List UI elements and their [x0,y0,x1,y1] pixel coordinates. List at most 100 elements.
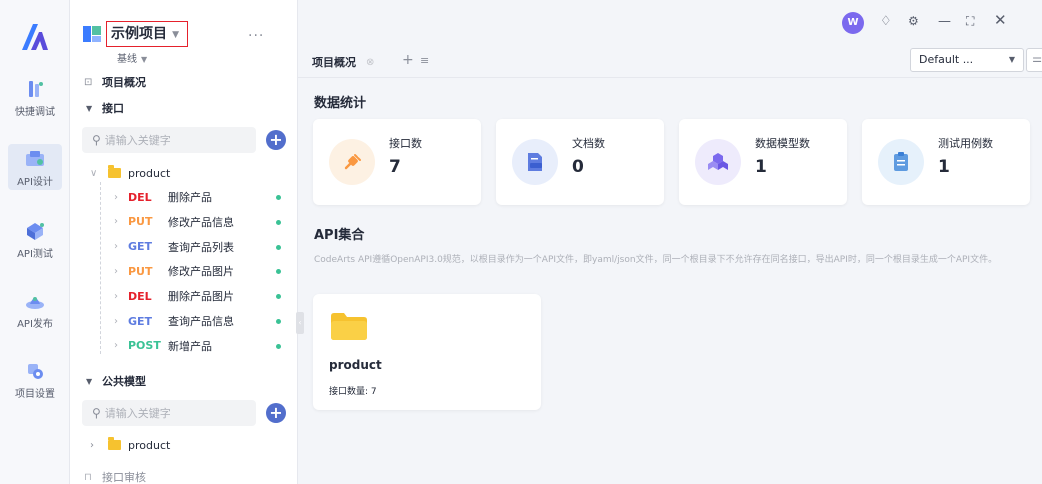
api-name: 修改产品图片 [168,265,234,279]
stat-value: 1 [938,157,950,177]
api-row[interactable]: › DEL 删除产品 [70,186,298,208]
chevron-right-icon: › [114,191,118,203]
status-dot [276,195,281,200]
tab-close-icon[interactable]: ⊗ [366,57,374,68]
add-interface-button[interactable]: + [266,130,286,150]
baseline-label: 基线 [117,54,137,65]
chevron-right-icon: › [114,340,118,352]
collections-description: CodeArts API遵循OpenAPI3.0规范，以根目录作为一个API文件… [314,255,998,265]
stat-label: 测试用例数 [938,137,993,150]
rail-item-api-publish[interactable]: API发布 [0,290,70,344]
http-method-badge: GET [128,240,153,254]
sliders-icon: ⚌ [1032,52,1042,65]
env-settings-button[interactable]: ⚌ [1026,48,1042,72]
doc-icon [528,153,542,171]
rail-item-quick-debug[interactable]: 快捷调试 [0,78,70,132]
clipboard-icon [894,152,908,171]
chevron-right-icon: › [90,439,94,451]
caret-down-icon: ▼ [172,30,179,40]
http-method-badge: PUT [128,215,153,229]
baseline-selector[interactable]: 基线 ▼ [117,50,147,65]
sidebar-item-interface-review[interactable]: ⊓ 接口审核 [70,466,298,484]
api-name: 新增产品 [168,339,212,353]
project-settings-icon [28,364,43,379]
chevron-down-icon: ∨ [90,167,98,179]
sidebar-group-interfaces[interactable]: ▼ 接口 [70,97,298,119]
models-folder-row-product[interactable]: › product [70,434,298,456]
tab-project-overview[interactable]: 项目概况 ⊗ [312,50,374,74]
sidebar-item-overview[interactable]: ⊡ 项目概况 [70,71,298,93]
environment-value: Default ... [919,53,974,66]
stats-title: 数据统计 [314,96,367,111]
api-row[interactable]: › GET 查询产品列表 [70,236,298,258]
stat-label: 接口数 [389,137,422,150]
api-row[interactable]: › GET 查询产品信息 [70,310,298,332]
stat-label: 数据模型数 [755,137,810,150]
sidebar-group-public-models[interactable]: ▼ 公共模型 [70,370,298,392]
api-row[interactable]: › POST 新增产品 [70,335,298,357]
rail-label-quick-debug: 快捷调试 [15,107,55,118]
stat-card-documents: 文档数 0 [496,119,664,205]
folder-icon [108,436,121,452]
rail-item-project-settings[interactable]: 项目设置 [0,360,70,414]
plug-icon [344,154,361,170]
status-dot [276,219,281,225]
rail-label-api-publish: API发布 [17,319,53,330]
stat-card-interfaces: 接口数 7 [313,119,481,205]
interfaces-search-input[interactable] [104,133,235,147]
caret-down-icon: ▼ [141,55,148,64]
tab-bar: 项目概况 ⊗ + ≡ Default ... ▼ ⚌ [298,0,1042,78]
rail-item-api-test[interactable]: API测试 [0,220,70,274]
interfaces-search-box: ⚲ [82,127,256,153]
project-header: 示例项目 ▼ [82,20,188,48]
overview-icon: ⊡ [84,76,93,88]
more-options-icon[interactable]: ··· [248,28,264,44]
rail-label-api-design: API设计 [17,177,53,188]
models-search-input[interactable] [104,406,235,420]
chevron-right-icon: › [114,241,118,253]
public-models-label: 公共模型 [102,375,146,388]
folder-row-product[interactable]: ∨ product [70,162,298,184]
rail-item-api-design[interactable]: API设计 [0,144,70,198]
collapse-caret-icon: ▼ [86,376,93,386]
add-tab-icon[interactable]: + [402,52,414,68]
status-dot [276,269,281,275]
collapse-caret-icon: ▼ [86,103,93,113]
http-method-badge: POST [128,339,161,353]
app-logo-icon [22,24,48,50]
review-label: 接口审核 [102,471,146,484]
api-name: 删除产品 [168,191,212,204]
rail-label-api-test: API测试 [17,249,53,260]
stat-card-test-cases: 测试用例数 1 [862,119,1030,205]
api-row[interactable]: › DEL 删除产品图片 [70,285,298,307]
collection-name: product [329,358,382,372]
api-design-icon [26,151,44,166]
chevron-right-icon: › [114,290,118,302]
stat-value: 0 [572,157,584,177]
api-row[interactable]: › PUT 修改产品图片 [70,260,298,282]
project-logo-icon [83,26,101,42]
api-row[interactable]: › PUT 修改产品信息 [70,211,298,233]
search-icon: ⚲ [92,133,101,147]
http-method-badge: DEL [128,190,152,204]
interfaces-label: 接口 [102,102,124,115]
project-selector[interactable]: 示例项目 ▼ [106,21,188,47]
caret-down-icon: ▼ [1008,55,1015,64]
folder-icon [108,164,121,180]
api-name: 删除产品图片 [168,290,234,304]
api-publish-icon [26,297,44,309]
tab-label: 项目概况 [312,56,356,69]
stat-label: 文档数 [572,137,605,150]
status-dot [276,319,281,324]
http-method-badge: GET [128,314,153,328]
search-icon: ⚲ [92,406,101,420]
api-name: 查询产品列表 [168,240,234,254]
overview-label: 项目概况 [102,76,146,89]
collections-title: API集合 [314,228,365,243]
tab-divider [298,77,1042,78]
add-model-button[interactable]: + [266,403,286,423]
status-dot [276,294,281,300]
tab-list-icon[interactable]: ≡ [420,54,429,67]
environment-select[interactable]: Default ... ▼ [910,48,1024,72]
collection-card-product[interactable]: product 接口数量: 7 [313,294,541,410]
